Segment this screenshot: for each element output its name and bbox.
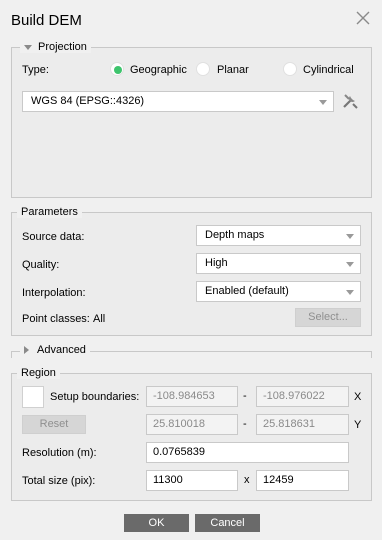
interpolation-select[interactable]: Enabled (default) (196, 281, 361, 302)
y-max-field[interactable]: 25.818631 (256, 414, 349, 435)
chevron-down-icon (24, 44, 32, 50)
cancel-button[interactable]: Cancel (195, 514, 260, 532)
radio-geographic-label[interactable]: Geographic (130, 63, 187, 77)
y-range-separator: - (243, 418, 247, 430)
setup-boundaries-label[interactable]: Setup boundaries: (50, 390, 139, 404)
radio-cylindrical-label[interactable]: Cylindrical (303, 63, 354, 77)
select-classes-button[interactable]: Select... (295, 308, 361, 327)
parameters-label: Parameters (17, 206, 82, 218)
projection-header[interactable]: Projection (20, 41, 91, 53)
type-label: Type: (22, 64, 49, 76)
total-size-height-field[interactable]: 12459 (256, 470, 349, 491)
quality-select[interactable]: High (196, 253, 361, 274)
point-classes-label: Point classes: (22, 313, 90, 325)
advanced-label: Advanced (37, 344, 86, 356)
interpolation-label: Interpolation: (22, 287, 86, 299)
x-max-field[interactable]: -108.976022 (256, 386, 349, 407)
x-axis-label: X (354, 391, 362, 403)
reset-button[interactable]: Reset (22, 415, 86, 434)
source-data-label: Source data: (22, 231, 85, 243)
total-size-width-field[interactable]: 11300 (146, 470, 238, 491)
tools-icon[interactable] (341, 92, 359, 110)
radio-planar-label[interactable]: Planar (217, 63, 249, 77)
radio-planar[interactable] (196, 62, 210, 76)
chevron-right-icon (24, 346, 29, 354)
source-data-select[interactable]: Depth maps (196, 225, 361, 246)
point-classes-value: All (93, 313, 106, 325)
x-min-field[interactable]: -108.984653 (146, 386, 238, 407)
radio-cylindrical[interactable] (283, 62, 297, 76)
ok-button[interactable]: OK (124, 514, 189, 532)
resolution-field[interactable]: 0.0765839 (146, 442, 349, 463)
crs-select[interactable]: WGS 84 (EPSG::4326) (22, 91, 334, 112)
resolution-label: Resolution (m): (22, 447, 97, 459)
quality-label: Quality: (22, 259, 60, 271)
y-min-field[interactable]: 25.810018 (146, 414, 238, 435)
region-label: Region (17, 367, 60, 379)
advanced-header[interactable]: Advanced (20, 344, 90, 356)
close-icon[interactable] (354, 9, 372, 27)
radio-geographic[interactable] (110, 62, 124, 76)
x-range-separator: - (243, 390, 247, 402)
total-size-label: Total size (pix): (22, 475, 96, 487)
dialog-title: Build DEM (11, 12, 82, 29)
total-size-separator: x (244, 474, 250, 486)
setup-boundaries-checkbox[interactable] (22, 386, 44, 408)
projection-label: Projection (38, 41, 87, 53)
y-axis-label: Y (354, 419, 362, 431)
